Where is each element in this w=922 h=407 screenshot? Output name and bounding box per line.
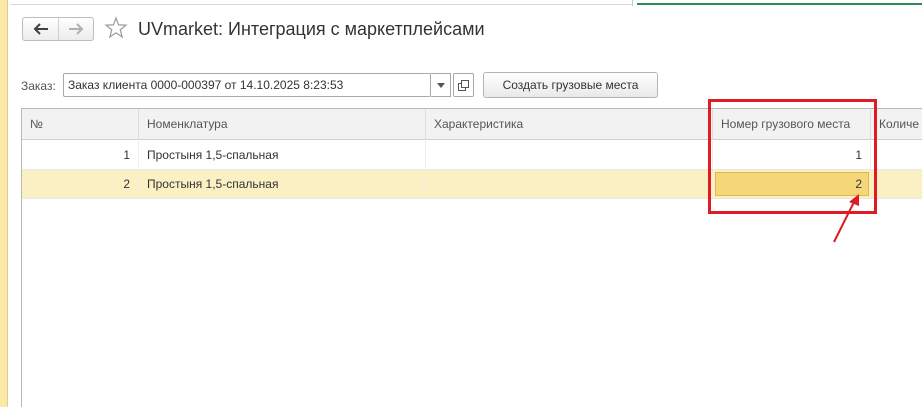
green-accent-line (637, 3, 922, 5)
create-cargo-places-button[interactable]: Создать грузовые места (483, 72, 658, 98)
top-right-panel (632, 0, 922, 6)
arrow-left-icon (33, 23, 48, 35)
column-header-item[interactable]: Номенклатура (139, 109, 426, 140)
row-number: 2 (22, 170, 139, 198)
row-item: Простыня 1,5-спальная (139, 170, 426, 198)
column-header-characteristic[interactable]: Характеристика (426, 109, 713, 140)
row-number: 1 (22, 141, 139, 169)
arrow-right-icon (69, 23, 84, 35)
chevron-down-icon (436, 82, 445, 88)
row-characteristic (426, 141, 713, 169)
order-label: Заказ: (21, 79, 56, 93)
order-dropdown-button[interactable] (431, 73, 451, 97)
order-field[interactable]: Заказ клиента 0000-000397 от 14.10.2025 … (63, 73, 431, 97)
navigation-buttons (22, 17, 94, 41)
order-value: Заказ клиента 0000-000397 от 14.10.2025 … (68, 78, 344, 92)
forward-button[interactable] (58, 18, 93, 40)
open-form-icon (458, 79, 469, 91)
annotation-arrow-icon (833, 194, 859, 243)
row-characteristic (426, 170, 713, 198)
column-header-quantity[interactable]: Количе (871, 109, 922, 140)
star-icon[interactable] (104, 16, 128, 40)
left-panel-strip (0, 0, 8, 407)
window-title: UVmarket: Интеграция с маркетплейсами (138, 19, 485, 39)
back-button[interactable] (23, 18, 58, 40)
column-header-number[interactable]: № (22, 109, 139, 140)
row-item: Простыня 1,5-спальная (139, 141, 426, 169)
order-open-button[interactable] (453, 73, 474, 97)
top-divider (10, 0, 632, 5)
